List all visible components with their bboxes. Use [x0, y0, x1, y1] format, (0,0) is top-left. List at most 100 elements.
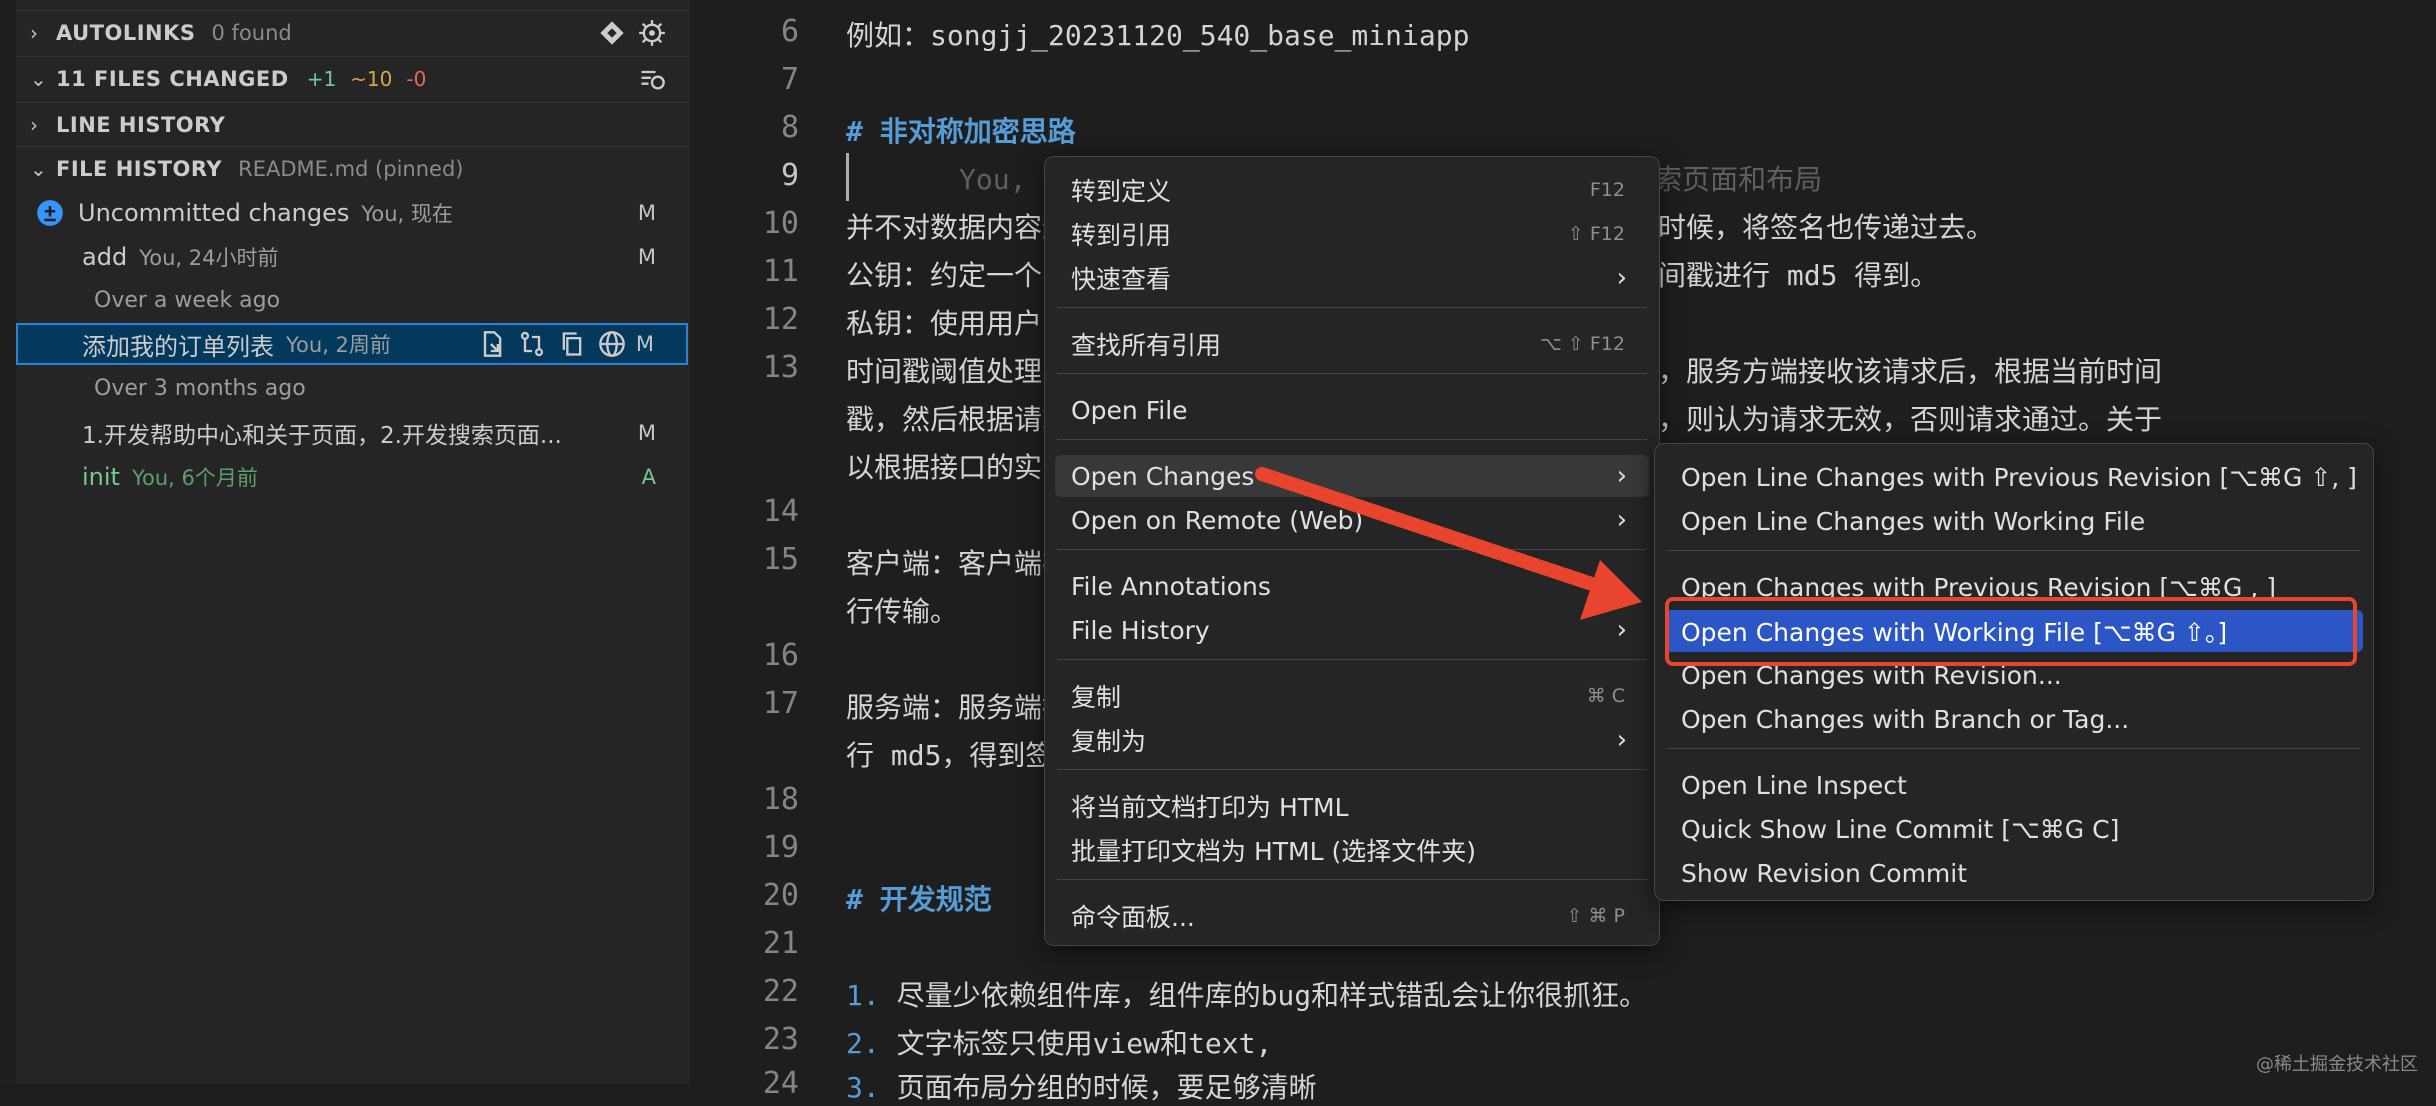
group-label-week: Over a week ago — [94, 288, 281, 313]
line-number: 15 — [762, 542, 799, 577]
menu-item-open-on-remote[interactable]: Open on Remote (Web) › — [1055, 499, 1649, 541]
deletions-count: -0 — [406, 66, 427, 91]
autolinks-title: AUTOLINKS — [56, 20, 196, 45]
menu-item-file-history[interactable]: File History › — [1055, 609, 1649, 651]
list-item-commit-orders[interactable]: 添加我的订单列表 You, 2周前 M — [16, 323, 688, 365]
status-badge: M — [637, 245, 656, 269]
code-line-wrap: 行传输。 — [846, 595, 959, 628]
chevron-right-icon: › — [30, 112, 38, 137]
watermark: @稀土掘金技术社区 — [2256, 1054, 2418, 1075]
menu-separator — [1057, 439, 1647, 440]
menu-item-find-all-references[interactable]: 查找所有引用 ⌥ ⇧ F12 — [1055, 323, 1649, 365]
status-badge: M — [635, 332, 654, 356]
line-number: 8 — [780, 110, 799, 145]
line-number: 16 — [762, 638, 799, 673]
submenu-item-changes-branch[interactable]: Open Changes with Branch or Tag... — [1665, 698, 2363, 740]
gear-icon[interactable] — [638, 19, 666, 47]
modifications-count: ~10 — [350, 66, 393, 91]
menu-item-go-to-definition[interactable]: 转到定义 F12 — [1055, 169, 1649, 211]
file-history-section-header[interactable]: ⌄ FILE HISTORY README.md (pinned) — [16, 146, 688, 190]
copy-icon[interactable] — [558, 330, 586, 358]
submenu-item-line-changes-working[interactable]: Open Line Changes with Working File — [1665, 500, 2363, 542]
files-changed-title: 11 FILES CHANGED — [56, 66, 289, 91]
markdown-heading: # 开发规范 — [846, 883, 992, 916]
status-badge: M — [637, 201, 656, 225]
autolinks-section-header[interactable]: › AUTOLINKS 0 found — [16, 10, 688, 54]
files-changed-section-header[interactable]: ⌄ 11 FILES CHANGED +1 ~10 -0 — [16, 56, 688, 100]
chevron-down-icon: ⌄ — [30, 66, 47, 91]
open-changes-submenu: Open Line Changes with Previous Revision… — [1654, 443, 2374, 901]
chevron-right-icon: › — [30, 20, 38, 45]
status-badge: A — [641, 465, 656, 489]
line-number: 14 — [762, 494, 799, 529]
menu-separator — [1057, 373, 1647, 374]
line-number: 23 — [762, 1022, 799, 1057]
git-compare-icon[interactable] — [518, 330, 546, 358]
chevron-right-icon: › — [1616, 615, 1627, 645]
menu-separator — [1057, 769, 1647, 770]
submenu-item-line-changes-previous[interactable]: Open Line Changes with Previous Revision… — [1665, 456, 2363, 498]
list-item-uncommitted[interactable]: Uncommitted changes You, 现在 M — [16, 192, 688, 234]
additions-count: +1 — [306, 66, 337, 91]
chevron-right-icon: › — [1616, 725, 1627, 755]
line-number: 20 — [762, 878, 799, 913]
line-number: 22 — [762, 974, 799, 1009]
menu-item-file-annotations[interactable]: File Annotations › — [1055, 565, 1649, 607]
submenu-item-show-revision-commit[interactable]: Show Revision Commit — [1665, 852, 2363, 894]
menu-separator — [1057, 549, 1647, 550]
text-cursor — [846, 153, 849, 201]
menu-separator — [1057, 659, 1647, 660]
menu-separator — [1057, 879, 1647, 880]
line-number: 18 — [762, 782, 799, 817]
list-line: 3. 页面布局分组的时候，要足够清晰 — [846, 1071, 1317, 1104]
line-number: 12 — [762, 302, 799, 337]
globe-icon[interactable] — [598, 330, 626, 358]
line-history-section-header[interactable]: › LINE HISTORY — [16, 102, 688, 146]
line-number: 7 — [780, 62, 799, 97]
menu-item-batch-print-html[interactable]: 批量打印文档为 HTML (选择文件夹) — [1055, 829, 1649, 871]
menu-item-open-file[interactable]: Open File — [1055, 389, 1649, 431]
menu-item-peek[interactable]: 快速查看 › — [1055, 257, 1649, 299]
plus-circle-icon — [37, 200, 63, 226]
list-line: 2. 文字标签只使用view和text, — [846, 1027, 1273, 1060]
annotation-highlight-box — [1665, 597, 2357, 666]
line-number: 10 — [762, 206, 799, 241]
markdown-heading: # 非对称加密思路 — [846, 115, 1076, 148]
diamond-icon[interactable] — [598, 19, 626, 47]
chevron-down-icon: ⌄ — [30, 156, 47, 181]
chevron-right-icon: › — [1616, 263, 1627, 293]
compare-file-icon[interactable] — [478, 330, 506, 358]
line-number: 19 — [762, 830, 799, 865]
chevron-right-icon: › — [1616, 505, 1627, 535]
line-number: 13 — [762, 350, 799, 385]
menu-separator — [1667, 748, 2361, 749]
line-number: 6 — [780, 14, 799, 49]
menu-separator — [1057, 307, 1647, 308]
autolinks-count: 0 found — [211, 20, 292, 45]
menu-item-open-changes[interactable]: Open Changes › — [1055, 455, 1649, 497]
list-item-commit-help-center[interactable]: 1.开发帮助中心和关于页面，2.开发搜索页面... M — [16, 412, 688, 454]
sidebar: › AUTOLINKS 0 found ⌄ 11 FILES CHANGED +… — [0, 0, 689, 1084]
menu-item-copy-as[interactable]: 复制为 › — [1055, 719, 1649, 761]
line-number: 11 — [762, 254, 799, 289]
chevron-right-icon: › — [1616, 461, 1627, 491]
line-number: 21 — [762, 926, 799, 961]
status-badge: M — [637, 421, 656, 445]
menu-separator — [1667, 550, 2361, 551]
code-line: 例如：songjj_20231120_540_base_miniapp — [846, 19, 1470, 52]
list-tree-icon[interactable] — [638, 65, 666, 93]
list-item-commit-init[interactable]: init You, 6个月前 A — [16, 456, 688, 498]
submenu-item-quick-show-commit[interactable]: Quick Show Line Commit [⌥⌘G C] — [1665, 808, 2363, 850]
menu-item-copy[interactable]: 复制 ⌘ C — [1055, 675, 1649, 717]
file-history-title: FILE HISTORY — [56, 156, 223, 181]
chevron-right-icon: › — [1616, 571, 1627, 601]
list-line: 1. 尽量少依赖组件库，组件库的bug和样式错乱会让你很抓狂。 — [846, 979, 1648, 1012]
submenu-item-line-inspect[interactable]: Open Line Inspect — [1665, 764, 2363, 806]
context-menu: 转到定义 F12 转到引用 ⇧ F12 快速查看 › 查找所有引用 ⌥ ⇧ F12 Op… — [1044, 156, 1660, 946]
menu-item-go-to-references[interactable]: 转到引用 ⇧ F12 — [1055, 213, 1649, 255]
list-item-commit-add[interactable]: add You, 24小时前 M — [16, 236, 688, 278]
menu-item-print-html[interactable]: 将当前文档打印为 HTML — [1055, 785, 1649, 827]
line-number: 17 — [762, 686, 799, 721]
menu-item-command-palette[interactable]: 命令面板... ⇧ ⌘ P — [1055, 895, 1649, 937]
group-label-months: Over 3 months ago — [94, 376, 306, 401]
